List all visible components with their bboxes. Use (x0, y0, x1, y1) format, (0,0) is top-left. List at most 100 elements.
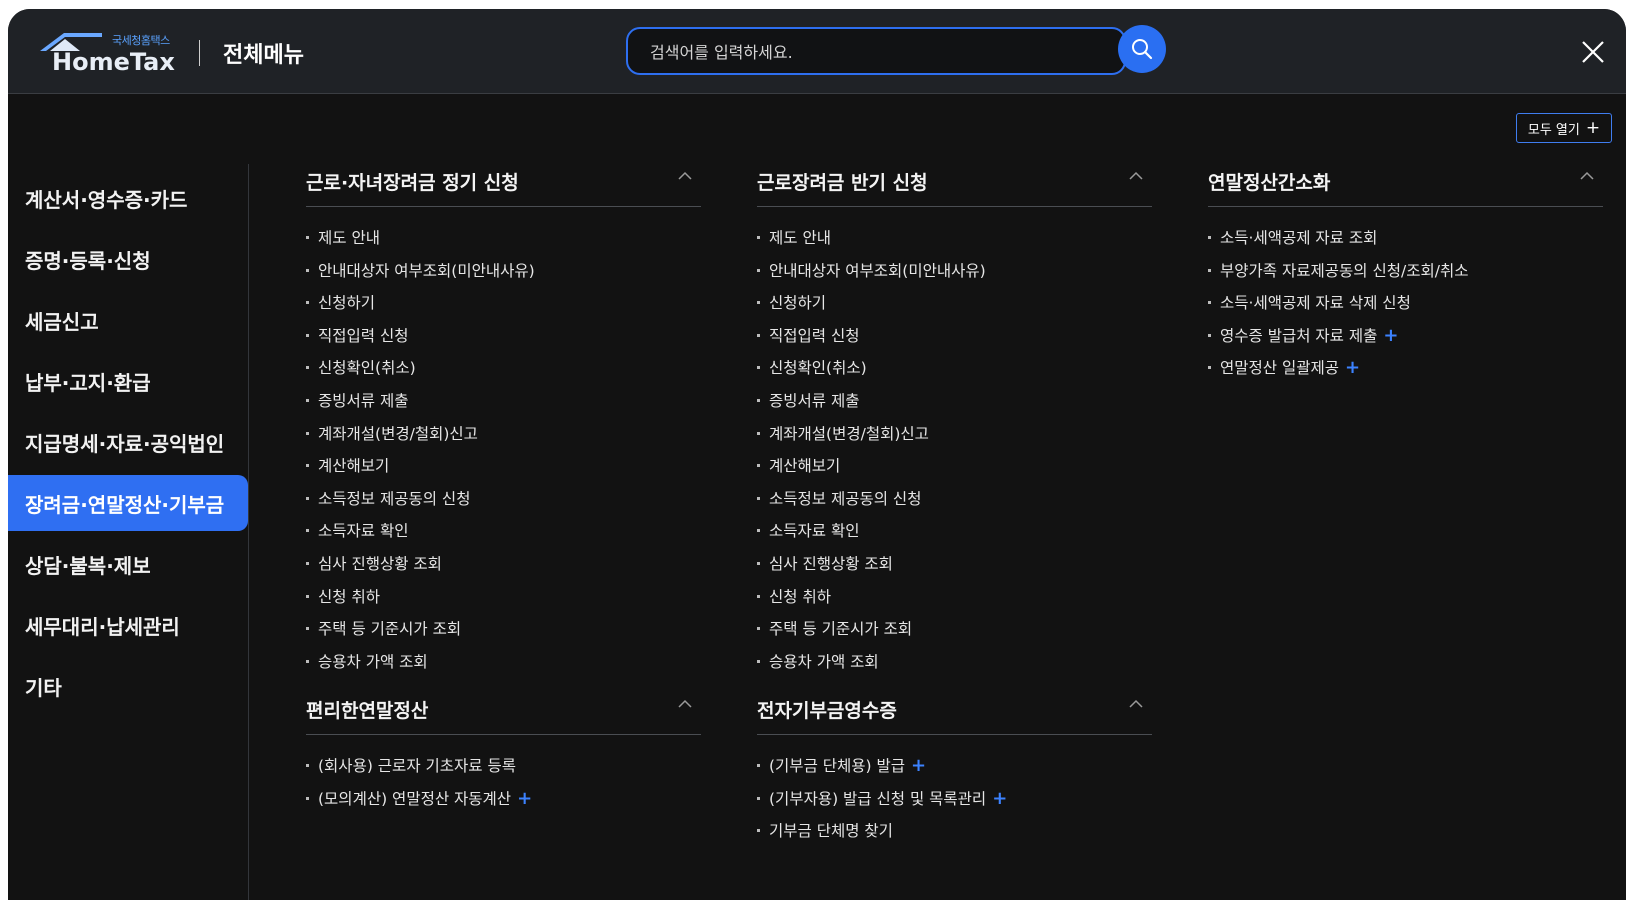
list-item[interactable]: 신청확인(취소) (306, 358, 535, 391)
list-item[interactable]: 증빙서류 제출 (757, 391, 986, 424)
bullet-icon (757, 236, 760, 239)
bullet-icon (757, 366, 760, 370)
item-label: 기부금 단체명 찾기 (769, 822, 893, 841)
list-item[interactable]: 신청하기 (757, 293, 986, 326)
sidebar-item-certificate[interactable]: 증명·등록·신청 (8, 231, 248, 287)
list-item[interactable]: 심사 진행상황 조회 (306, 554, 535, 587)
sidebar-item-tax-agent[interactable]: 세무대리·납세관리 (8, 597, 248, 653)
list-item[interactable]: 심사 진행상황 조회 (757, 554, 986, 587)
section-header: 편리한연말정산 (306, 694, 701, 735)
bullet-icon (757, 627, 760, 631)
list-item[interactable]: 안내대상자 여부조회(미안내사유) (306, 261, 535, 294)
item-label: 주택 등 기준시가 조회 (769, 620, 913, 639)
chevron-up-icon[interactable] (1579, 170, 1595, 182)
chevron-up-icon[interactable] (677, 170, 693, 182)
list-item[interactable]: 소득자료 확인 (757, 521, 986, 554)
list-item[interactable]: 계좌개설(변경/철회)신고 (306, 424, 535, 457)
sidebar-item-invoice[interactable]: 계산서·영수증·카드 (8, 170, 248, 226)
list-item[interactable]: 승용차 가액 조회 (757, 652, 986, 685)
sidebar-item-consulting[interactable]: 상담·불복·제보 (8, 536, 248, 592)
item-label: 부양가족 자료제공동의 신청/조회/취소 (1220, 261, 1469, 280)
close-button[interactable] (1578, 37, 1608, 67)
list-item[interactable]: 안내대상자 여부조회(미안내사유) (757, 261, 986, 294)
list-item[interactable]: 주택 등 기준시가 조회 (306, 619, 535, 652)
bullet-icon (757, 829, 760, 833)
item-label: 신청 취하 (769, 587, 831, 606)
sidebar-item-payment[interactable]: 납부·고지·환급 (8, 353, 248, 409)
list-item[interactable]: 신청 취하 (306, 587, 535, 620)
expand-plus-icon[interactable]: + (911, 755, 926, 776)
page-title: 전체메뉴 (223, 43, 304, 68)
sidebar-item-etc[interactable]: 기타 (8, 658, 248, 714)
list-item[interactable]: (기부자용) 발급 신청 및 목록관리 + (757, 788, 1007, 822)
item-label: 승용차 가액 조회 (318, 652, 428, 671)
item-label: 제도 안내 (318, 229, 380, 247)
bullet-icon (1208, 333, 1211, 337)
expand-plus-icon[interactable]: + (992, 788, 1007, 809)
list-item[interactable]: 계좌개설(변경/철회)신고 (757, 424, 986, 457)
list-item[interactable]: 주택 등 기준시가 조회 (757, 619, 986, 652)
expand-plus-icon[interactable]: + (1383, 325, 1398, 346)
list-item[interactable]: (회사용) 근로자 기초자료 등록 (306, 756, 532, 789)
list-item[interactable]: 승용차 가액 조회 (306, 652, 535, 685)
list-item[interactable]: 신청하기 (306, 293, 535, 326)
bullet-icon (306, 594, 309, 598)
bullet-icon (757, 333, 760, 337)
list-item[interactable]: 기부금 단체명 찾기 (757, 821, 1007, 854)
search-input[interactable] (648, 29, 1072, 75)
section-convenient-year-end: 편리한연말정산 (회사용) 근로자 기초자료 등록 (모의계산) 연말정산 자동… (306, 694, 701, 808)
sidebar-item-incentive[interactable]: 장려금·연말정산·기부금 (8, 475, 248, 531)
chevron-up-icon[interactable] (1128, 170, 1144, 182)
bullet-icon (757, 464, 760, 468)
list-item[interactable]: 소득자료 확인 (306, 521, 535, 554)
list-item[interactable]: 연말정산 일괄제공 + (1208, 358, 1468, 391)
item-label: 영수증 발급처 자료 제출 (1220, 326, 1378, 345)
bullet-icon (757, 301, 760, 305)
list-item[interactable]: (모의계산) 연말정산 자동계산 + (306, 788, 532, 822)
bullet-icon (306, 398, 309, 402)
list-item[interactable]: 영수증 발급처 자료 제출 + (1208, 325, 1468, 359)
item-label: 신청하기 (769, 294, 827, 313)
list-item[interactable]: 직접입력 신청 (757, 326, 986, 359)
list-item[interactable]: 계산해보기 (306, 456, 535, 489)
item-label: 안내대상자 여부조회(미안내사유) (769, 261, 986, 280)
list-item[interactable]: 소득·세액공제 자료 삭제 신청 (1208, 293, 1468, 326)
list-item[interactable]: (기부금 단체용) 발급 + (757, 756, 1007, 789)
bullet-icon (306, 333, 309, 337)
list-item[interactable]: 제도 안내 (306, 228, 535, 261)
expand-plus-icon[interactable]: + (1345, 357, 1360, 378)
list-item[interactable]: 신청 취하 (757, 587, 986, 620)
expand-plus-icon[interactable]: + (517, 788, 532, 809)
list-item[interactable]: 신청확인(취소) (757, 358, 986, 391)
chevron-up-icon[interactable] (1128, 698, 1144, 710)
expand-all-button[interactable]: 모두 열기 + (1516, 113, 1612, 143)
sidebar-item-payment-statement[interactable]: 지급명세·자료·공익법인 (8, 414, 248, 470)
list-item[interactable]: 직접입력 신청 (306, 326, 535, 359)
section-header: 연말정산간소화 (1208, 166, 1603, 207)
list-item[interactable]: 소득·세액공제 자료 조회 (1208, 228, 1468, 261)
list-item[interactable]: 부양가족 자료제공동의 신청/조회/취소 (1208, 261, 1468, 294)
section-item-list: 소득·세액공제 자료 조회 부양가족 자료제공동의 신청/조회/취소 소득·세액… (1208, 228, 1468, 391)
item-label: 신청 취하 (318, 587, 380, 606)
item-label: 주택 등 기준시가 조회 (318, 620, 462, 639)
list-item[interactable]: 제도 안내 (757, 228, 986, 261)
sidebar-item-tax-return[interactable]: 세금신고 (8, 292, 248, 348)
list-item[interactable]: 소득정보 제공동의 신청 (306, 489, 535, 522)
section-title: 전자기부금영수증 (757, 700, 897, 722)
list-item[interactable]: 증빙서류 제출 (306, 391, 535, 424)
item-label: 제도 안내 (769, 229, 831, 247)
bullet-icon (306, 561, 309, 565)
chevron-up-icon[interactable] (677, 698, 693, 710)
item-label: 계좌개설(변경/철회)신고 (318, 424, 478, 443)
bullet-icon (1208, 301, 1211, 305)
close-icon (1582, 41, 1604, 63)
hometax-logo[interactable]: 국세청홈택스 HomeTax (38, 29, 178, 79)
bullet-icon (306, 464, 309, 468)
search-button[interactable] (1118, 25, 1166, 73)
list-item[interactable]: 계산해보기 (757, 456, 986, 489)
item-label: 계산해보기 (318, 457, 390, 476)
list-item[interactable]: 소득정보 제공동의 신청 (757, 489, 986, 522)
header-divider (199, 40, 200, 66)
item-label: 계산해보기 (769, 457, 841, 476)
item-label: 소득자료 확인 (769, 522, 860, 541)
